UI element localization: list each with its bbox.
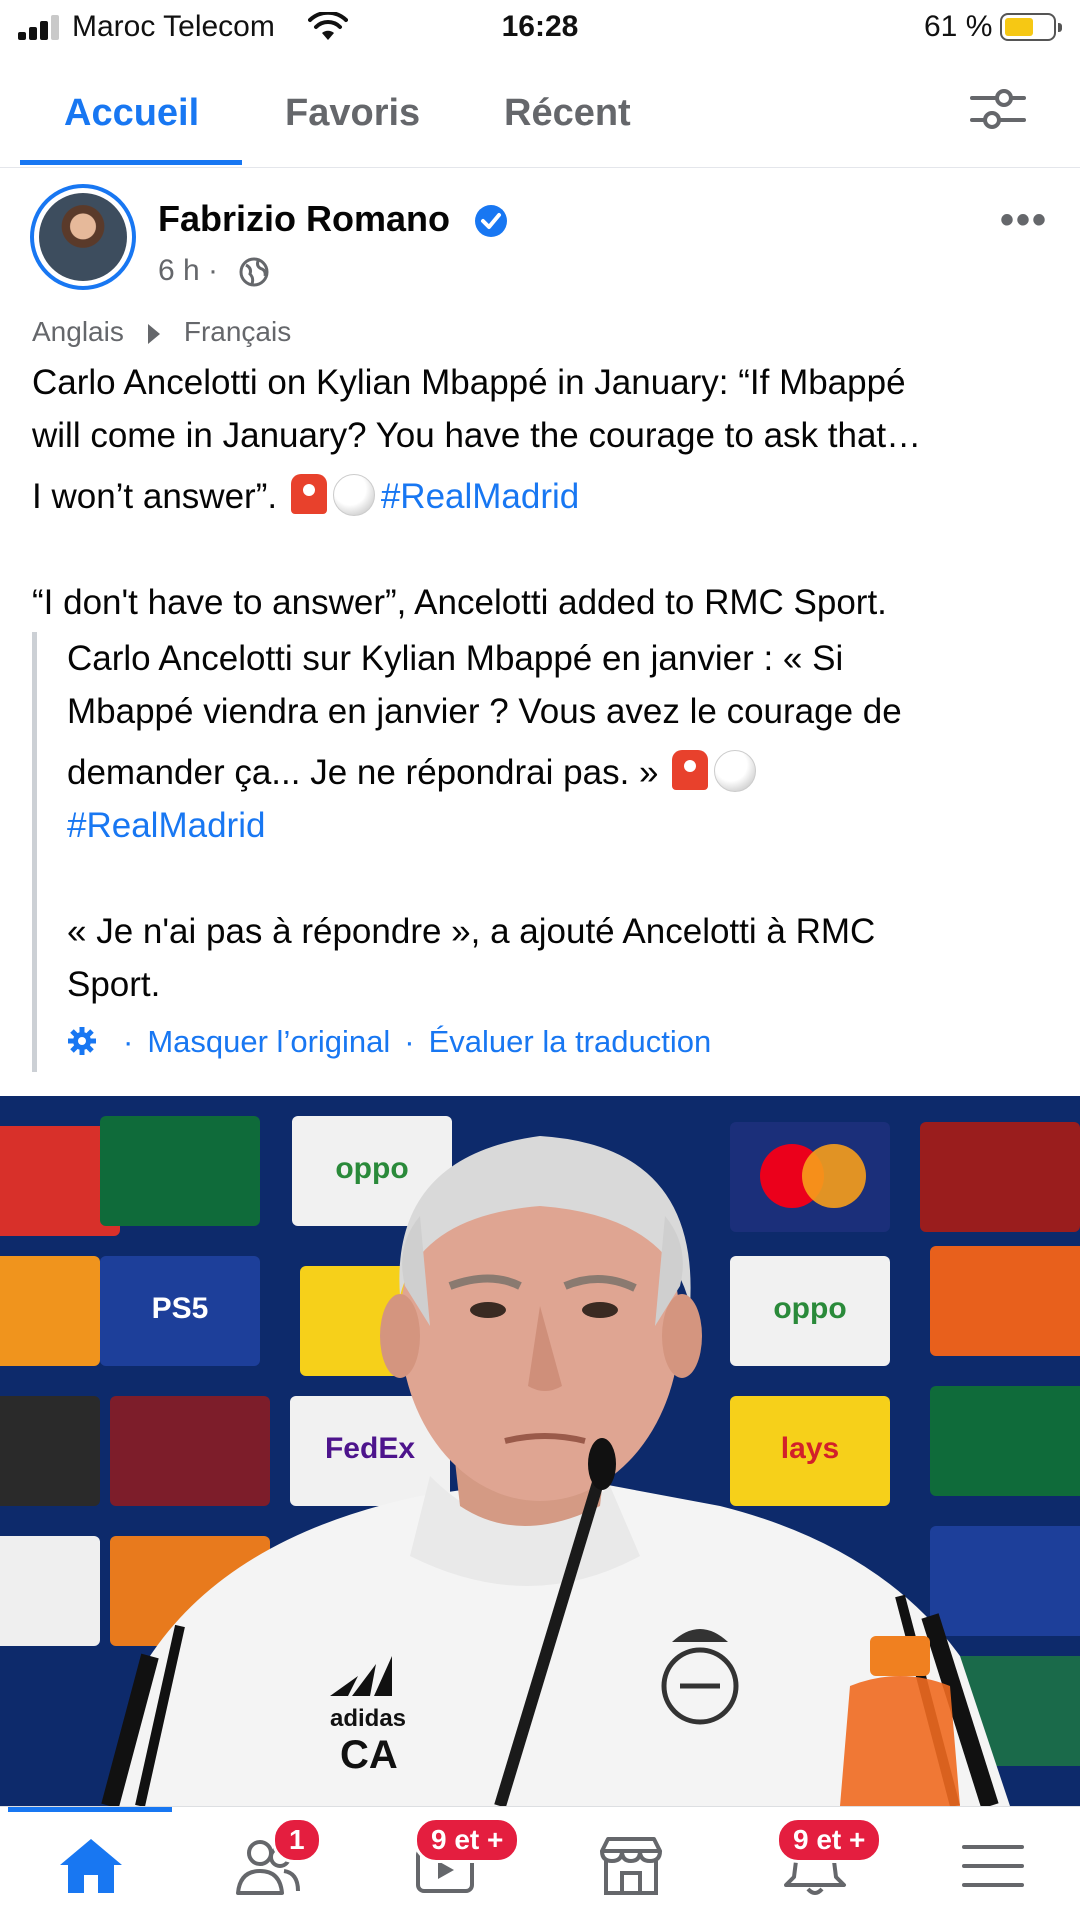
watch-badge: 9 et + (414, 1817, 521, 1863)
post-line: will come in January? You have the coura… (32, 416, 922, 455)
tab-recent[interactable]: Récent (504, 92, 631, 135)
arrow-right-icon (147, 323, 160, 344)
translated-line: demander ça... Je ne répondrai pas. » (67, 746, 1057, 799)
translation-actions: · Masquer l’original · Évaluer la traductio… (67, 1024, 711, 1060)
translated-line-text: demander ça... Je ne répondrai pas. » (67, 753, 659, 792)
globe-icon (239, 257, 269, 287)
author-avatar[interactable] (30, 184, 136, 290)
status-bar: Maroc Telecom 16:28 61 % (0, 0, 1080, 56)
hide-original-link[interactable]: Masquer l’original (147, 1024, 390, 1059)
post-line: “I don't have to answer”, Ancelotti adde… (32, 583, 887, 622)
gear-icon[interactable] (67, 1026, 97, 1056)
marketplace-icon[interactable] (596, 1835, 666, 1897)
post-timestamp[interactable]: 6 h · (158, 254, 218, 288)
verified-badge-icon (475, 205, 507, 237)
battery-icon (1000, 13, 1062, 41)
post-line: I won’t answer”. #RealMadrid (32, 470, 1052, 523)
target-language: Français (183, 316, 292, 347)
notifications-badge: 9 et + (776, 1817, 883, 1863)
rate-translation-link[interactable]: Évaluer la traduction (429, 1024, 712, 1059)
battery-fill (1005, 18, 1033, 36)
post-original-text: Carlo Ancelotti on Kylian Mbappé in Janu… (32, 356, 1052, 629)
translated-text: Carlo Ancelotti sur Kylian Mbappé en jan… (67, 632, 1057, 1011)
hashtag-link[interactable]: #RealMadrid (381, 477, 579, 516)
translated-line: « Je n'ai pas à répondre », a ajouté Anc… (67, 912, 876, 951)
facebook-feed-screen: Maroc Telecom 16:28 61 % Accueil Favoris… (0, 0, 1080, 1920)
post-line: Carlo Ancelotti on Kylian Mbappé in Janu… (32, 363, 906, 402)
author-name[interactable]: Fabrizio Romano (158, 198, 450, 240)
bottom-navigation: 1 9 et + 9 et + (0, 1806, 1080, 1920)
filter-icon[interactable] (968, 84, 1028, 136)
battery-percent: 61 % (924, 10, 993, 43)
tab-favoris[interactable]: Favoris (285, 92, 420, 135)
siren-emoji-icon (672, 750, 709, 790)
home-icon[interactable] (56, 1835, 126, 1897)
nav-active-indicator (8, 1807, 172, 1812)
source-language: Anglais (32, 316, 124, 347)
hashtag-link[interactable]: #RealMadrid (67, 799, 1057, 852)
white-circle-emoji-icon (714, 750, 757, 792)
tab-accueil[interactable]: Accueil (64, 92, 199, 135)
translated-text-block: Carlo Ancelotti sur Kylian Mbappé en jan… (32, 632, 1052, 1072)
translated-line: Sport. (67, 965, 161, 1004)
initials-text: CA (340, 1733, 398, 1777)
translated-line: Mbappé viendra en janvier ? Vous avez le… (67, 692, 902, 731)
translated-line: Carlo Ancelotti sur Kylian Mbappé en jan… (67, 639, 844, 678)
coach-portrait: adidas CA (101, 1136, 1010, 1806)
friends-badge: 1 (272, 1817, 322, 1863)
active-tab-indicator (20, 160, 242, 165)
post-line-text: I won’t answer”. (32, 477, 278, 516)
siren-emoji-icon (290, 474, 327, 514)
menu-icon[interactable] (958, 1835, 1028, 1897)
translation-languages: Anglais Français (32, 316, 291, 348)
more-options-icon[interactable]: ••• (1000, 198, 1048, 243)
white-circle-emoji-icon (332, 474, 375, 516)
adidas-text: adidas (330, 1705, 406, 1732)
clock: 16:28 (501, 10, 579, 43)
post-photo[interactable]: oppo PS5 oppo FedEx lays adidas CA (0, 1096, 1080, 1806)
feed-tabs: Accueil Favoris Récent (0, 60, 1080, 168)
